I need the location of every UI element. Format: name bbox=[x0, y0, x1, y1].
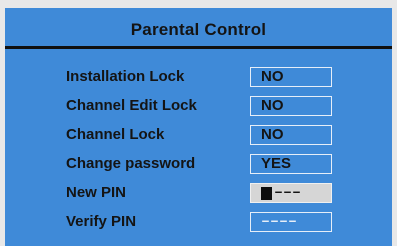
new-pin-input[interactable]: ––– bbox=[250, 183, 332, 203]
channel-lock-value[interactable]: NO bbox=[250, 125, 332, 145]
setting-row-change-password[interactable]: Change password YES bbox=[5, 154, 392, 176]
setting-label: Change password bbox=[66, 155, 196, 172]
setting-label: Verify PIN bbox=[66, 213, 137, 230]
verify-pin-input[interactable]: –––– bbox=[250, 212, 332, 232]
setting-row-channel-edit-lock[interactable]: Channel Edit Lock NO bbox=[5, 96, 392, 118]
pin-mask: ––– bbox=[274, 184, 302, 201]
pin-entry: –––– bbox=[261, 213, 297, 231]
tv-screen: Parental Control Installation Lock NO Ch… bbox=[0, 0, 397, 246]
setting-row-new-pin[interactable]: New PIN ––– bbox=[5, 183, 392, 205]
text-cursor bbox=[261, 186, 272, 200]
setting-row-channel-lock[interactable]: Channel Lock NO bbox=[5, 125, 392, 147]
setting-label: Installation Lock bbox=[66, 68, 185, 85]
dialog-title: Parental Control bbox=[130, 20, 267, 39]
change-password-value[interactable]: YES bbox=[250, 154, 332, 174]
setting-row-verify-pin[interactable]: Verify PIN –––– bbox=[5, 212, 392, 234]
setting-label: New PIN bbox=[66, 184, 127, 201]
setting-label: Channel Edit Lock bbox=[66, 97, 197, 114]
pin-entry: ––– bbox=[261, 184, 301, 202]
parental-control-dialog: Parental Control Installation Lock NO Ch… bbox=[5, 8, 392, 246]
setting-row-installation-lock[interactable]: Installation Lock NO bbox=[5, 67, 392, 89]
channel-edit-lock-value[interactable]: NO bbox=[250, 96, 332, 116]
title-divider bbox=[5, 46, 392, 49]
pin-mask: –––– bbox=[261, 213, 298, 230]
setting-label: Channel Lock bbox=[66, 126, 165, 143]
installation-lock-value[interactable]: NO bbox=[250, 67, 332, 87]
